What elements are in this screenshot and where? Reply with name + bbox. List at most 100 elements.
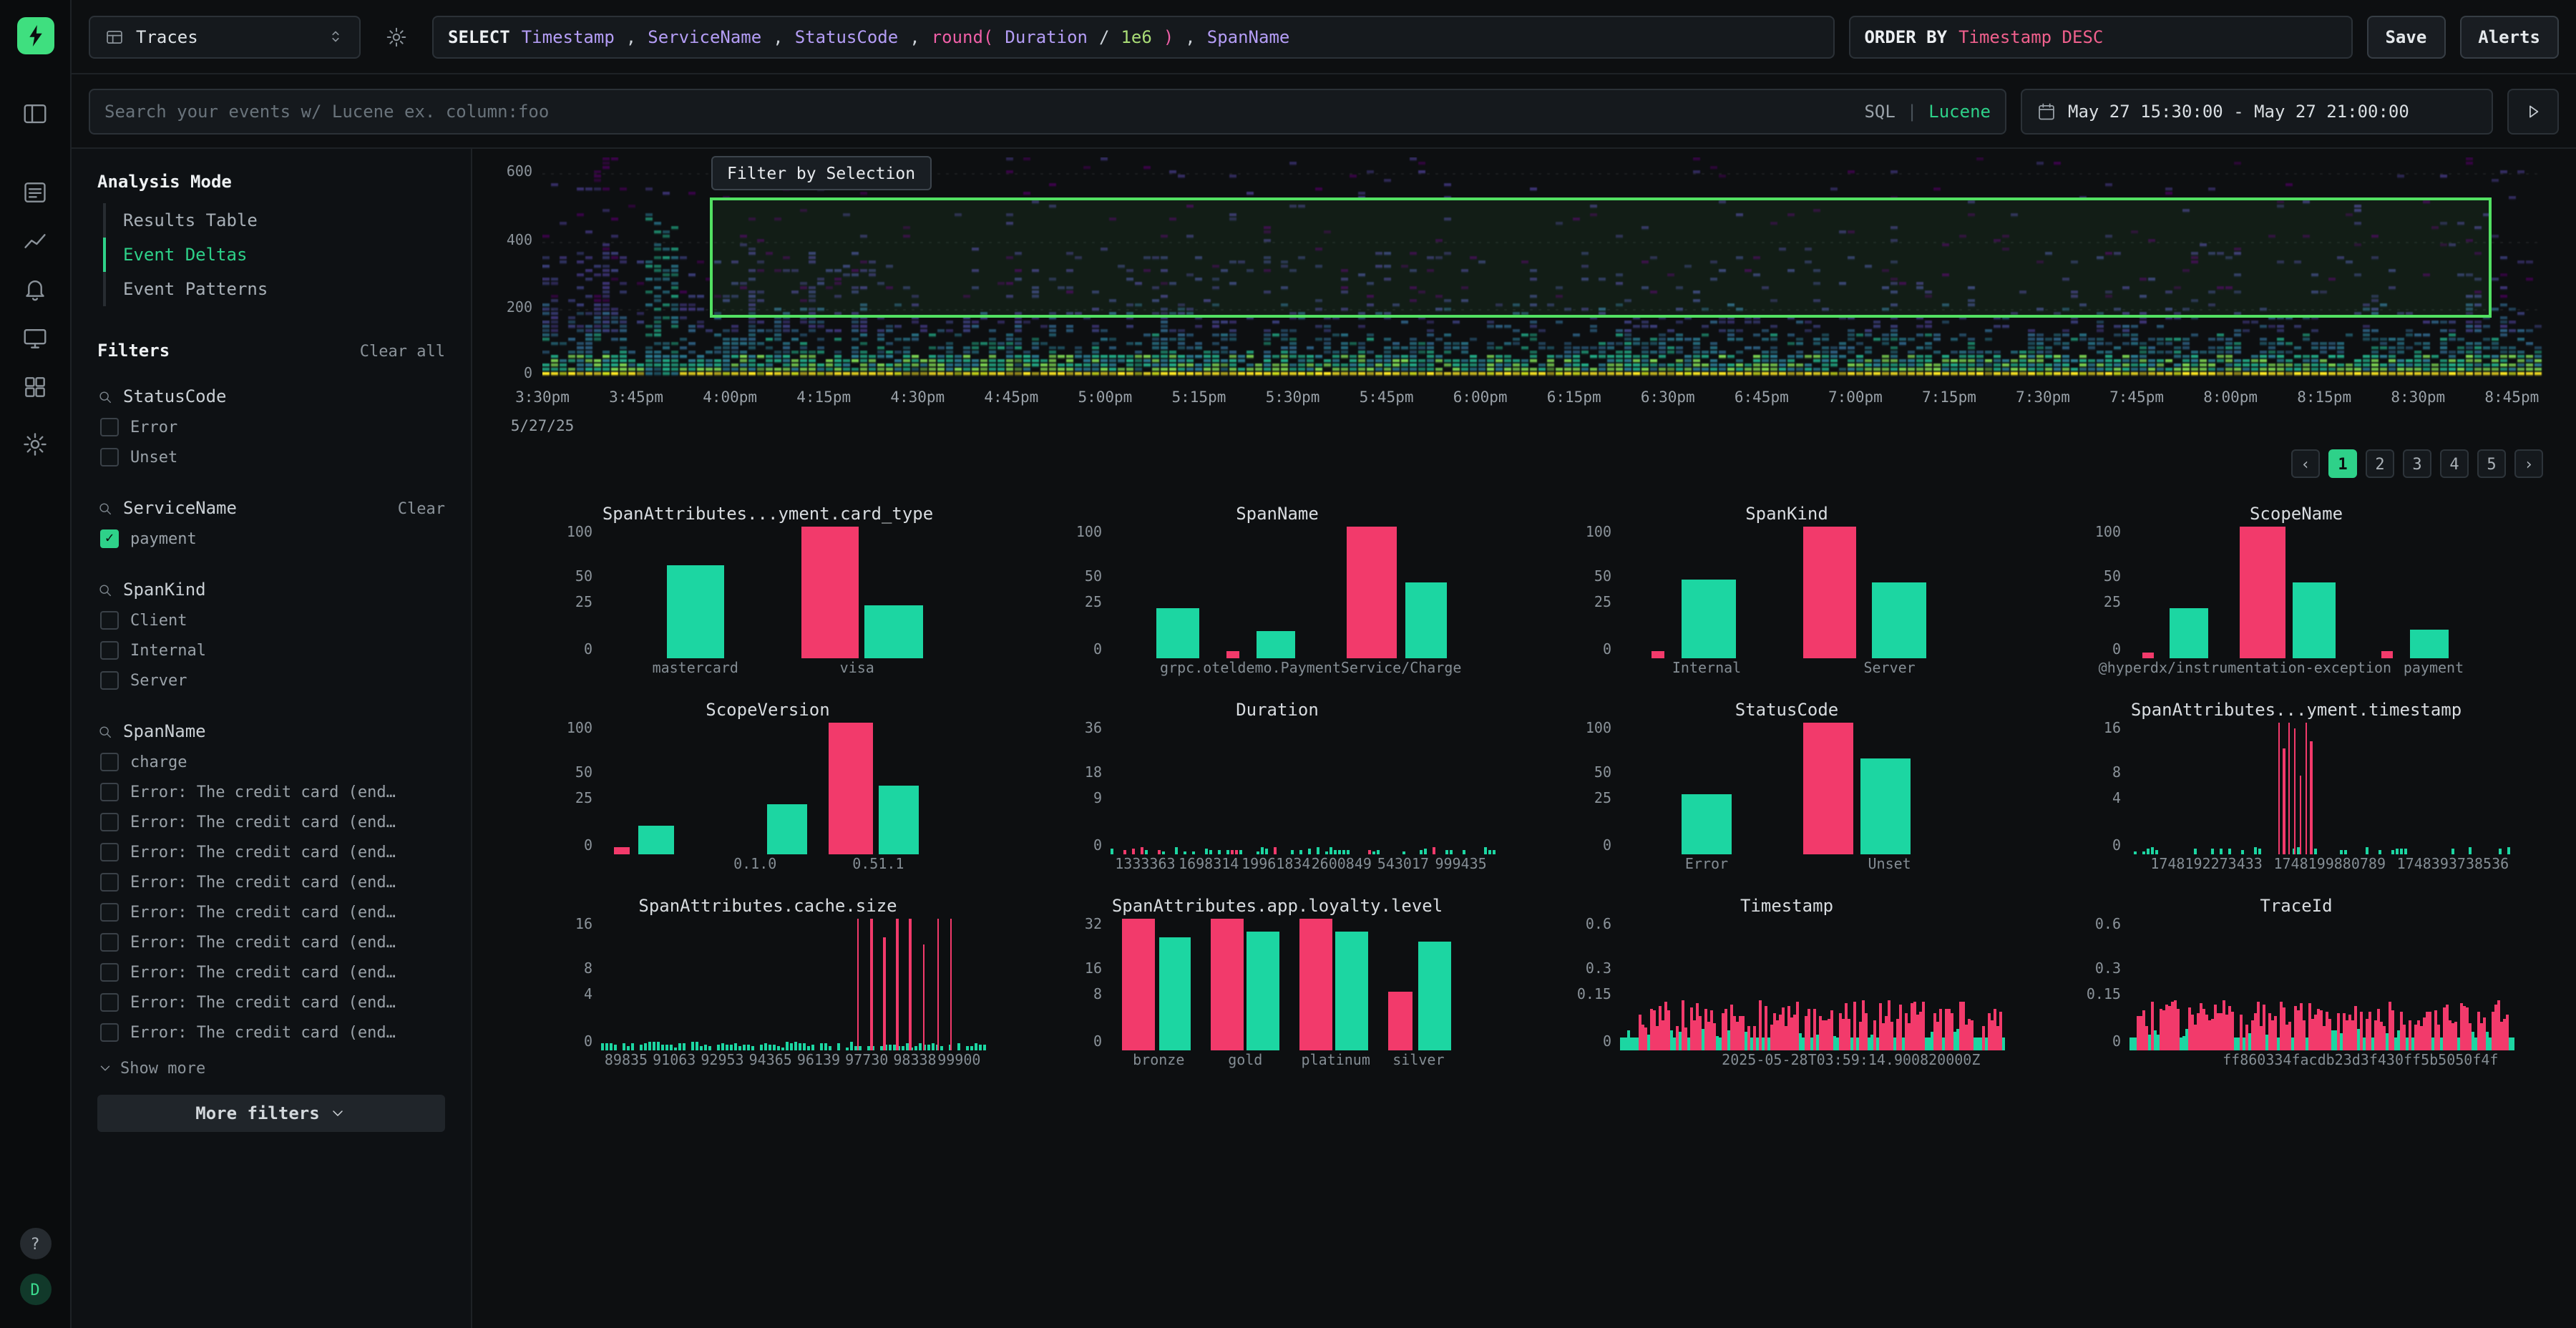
checkbox[interactable] — [100, 933, 119, 952]
checkbox[interactable] — [100, 611, 119, 630]
checkbox[interactable] — [100, 963, 119, 982]
chart-plot[interactable] — [601, 723, 986, 854]
checkbox[interactable] — [100, 641, 119, 660]
sql-query-editor[interactable]: SELECT Timestamp,ServiceName,StatusCode,… — [432, 15, 1834, 58]
checkbox[interactable] — [100, 873, 119, 892]
panel-left-icon[interactable] — [14, 94, 57, 132]
checkbox[interactable] — [100, 448, 119, 467]
bar — [914, 1045, 917, 1050]
filter-group-name[interactable]: ServiceName — [97, 498, 237, 518]
filter-option[interactable]: Error: The credit card (end… — [97, 777, 445, 807]
pagination-page-1[interactable]: 1 — [2328, 449, 2357, 478]
analysis-mode-item[interactable]: Results Table — [103, 203, 445, 238]
gear-icon[interactable] — [14, 425, 57, 462]
filter-option[interactable]: Error: The credit card (end… — [97, 837, 445, 867]
filter-option[interactable]: Server — [97, 665, 445, 695]
analysis-mode-item[interactable]: Event Patterns — [103, 272, 445, 306]
filter-option[interactable]: Error: The credit card (end… — [97, 987, 445, 1017]
chart-plot[interactable] — [1620, 527, 2005, 658]
bar — [1871, 1035, 1873, 1050]
chart-plot[interactable] — [2129, 919, 2514, 1050]
filter-option[interactable]: Error: The credit card (end… — [97, 1017, 445, 1048]
filter-option[interactable]: charge — [97, 747, 445, 777]
search-input[interactable] — [104, 101, 1853, 121]
chart-plot[interactable] — [1620, 919, 2005, 1050]
pagination-page-4[interactable]: 4 — [2440, 449, 2469, 478]
filter-group-clear[interactable]: Clear — [398, 499, 445, 517]
date-range-picker[interactable]: May 27 15:30:00 - May 27 21:00:00 — [2021, 88, 2493, 134]
bar — [979, 1045, 982, 1050]
clear-all-filters[interactable]: Clear all — [360, 342, 445, 361]
bar — [2469, 848, 2472, 854]
chart-title: SpanAttributes...yment.timestamp — [2078, 700, 2514, 723]
apps-icon[interactable] — [14, 368, 57, 405]
save-button[interactable]: Save — [2366, 15, 2445, 58]
bar — [2343, 1012, 2346, 1050]
chart-plot[interactable] — [1111, 527, 1496, 658]
filter-option[interactable]: Error — [97, 412, 445, 442]
pagination-page-3[interactable]: 3 — [2403, 449, 2431, 478]
filter-group-name[interactable]: SpanName — [97, 721, 206, 741]
chart-y-axis: 10050250 — [550, 527, 601, 658]
help-button[interactable]: ? — [19, 1228, 51, 1259]
filter-option[interactable]: Error: The credit card (end… — [97, 897, 445, 927]
chart-plot[interactable] — [2129, 723, 2514, 854]
filter-group-name[interactable]: StatusCode — [97, 386, 227, 406]
checkbox[interactable] — [100, 783, 119, 801]
more-filters-button[interactable]: More filters — [97, 1095, 445, 1132]
filter-option[interactable]: Client — [97, 605, 445, 635]
chart-line-icon[interactable] — [14, 222, 57, 259]
chart-plot[interactable] — [601, 527, 986, 658]
chart-y-tick: 0.3 — [2078, 963, 2121, 977]
filter-group-name[interactable]: SpanKind — [97, 580, 206, 600]
source-settings-gear-icon[interactable] — [375, 15, 418, 58]
pagination-prev[interactable]: ‹ — [2291, 449, 2320, 478]
filter-option[interactable]: Internal — [97, 635, 445, 665]
bar — [923, 944, 925, 1050]
checkbox[interactable] — [100, 903, 119, 922]
mode-toggle-sql[interactable]: SQL — [1864, 101, 1895, 121]
filter-option-label: Error: The credit card (end… — [130, 813, 396, 831]
filter-option[interactable]: ✓payment — [97, 524, 445, 554]
pagination-next[interactable]: › — [2514, 449, 2543, 478]
bar — [2369, 1012, 2371, 1050]
analysis-mode-item[interactable]: Event Deltas — [103, 238, 445, 272]
source-select[interactable]: Traces — [89, 15, 361, 58]
filter-option[interactable]: Error: The credit card (end… — [97, 867, 445, 897]
checkbox[interactable] — [100, 993, 119, 1012]
chart-y-tick: 0 — [1568, 840, 1611, 854]
checkbox[interactable] — [100, 753, 119, 771]
checkbox[interactable] — [100, 843, 119, 861]
checkbox[interactable] — [100, 1023, 119, 1042]
checkbox[interactable]: ✓ — [100, 529, 119, 548]
run-query-button[interactable] — [2507, 88, 2559, 134]
alerts-button[interactable]: Alerts — [2459, 15, 2559, 58]
logs-icon[interactable] — [14, 173, 57, 210]
filter-option[interactable]: Error: The credit card (end… — [97, 807, 445, 837]
filter-by-selection-button[interactable]: Filter by Selection — [711, 156, 931, 190]
pagination-page-2[interactable]: 2 — [2366, 449, 2394, 478]
pagination-page-5[interactable]: 5 — [2477, 449, 2506, 478]
chart-plot[interactable] — [2129, 527, 2514, 658]
checkbox[interactable] — [100, 418, 119, 436]
app-logo[interactable] — [16, 17, 54, 54]
filter-option[interactable]: Error: The credit card (end… — [97, 957, 445, 987]
bar — [897, 919, 899, 1050]
orderby-editor[interactable]: ORDER BY Timestamp DESC — [1848, 15, 2352, 58]
date-range-label: May 27 15:30:00 - May 27 21:00:00 — [2068, 101, 2409, 121]
mode-toggle-lucene[interactable]: Lucene — [1928, 101, 1991, 121]
show-more-filters[interactable]: Show more — [97, 1059, 445, 1078]
search-icon — [97, 500, 113, 516]
checkbox[interactable] — [100, 671, 119, 690]
checkbox[interactable] — [100, 813, 119, 831]
chart-plot[interactable] — [1111, 723, 1496, 854]
heatmap-selection-rect[interactable] — [711, 197, 2491, 318]
bell-icon[interactable] — [14, 270, 57, 308]
filter-option[interactable]: Error: The credit card (end… — [97, 927, 445, 957]
avatar[interactable]: D — [19, 1274, 51, 1305]
chart-plot[interactable] — [601, 919, 986, 1050]
chart-plot[interactable] — [1111, 919, 1496, 1050]
filter-option[interactable]: Unset — [97, 442, 445, 472]
chart-plot[interactable] — [1620, 723, 2005, 854]
monitor-icon[interactable] — [14, 319, 57, 356]
